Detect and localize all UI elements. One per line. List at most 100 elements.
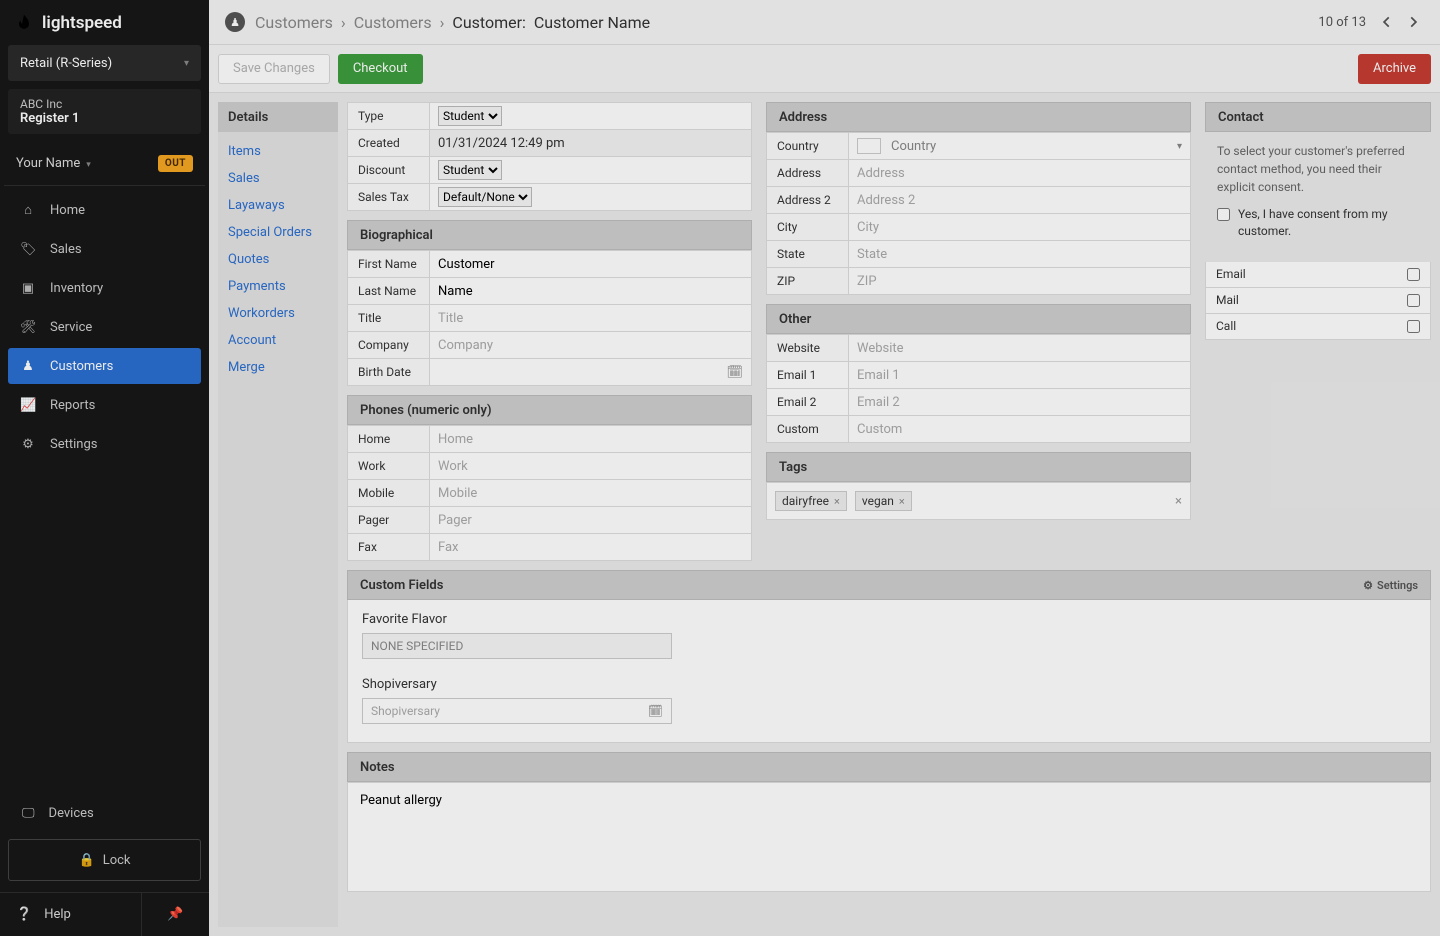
actionbar: Save Changes Checkout Archive — [209, 45, 1440, 93]
details-account[interactable]: Account — [228, 327, 328, 354]
user-menu[interactable]: Your Name▾ OUT — [4, 142, 205, 186]
contact-column: Contact To select your customer's prefer… — [1205, 102, 1431, 561]
archive-button[interactable]: Archive — [1358, 54, 1431, 84]
pref-mail-checkbox[interactable] — [1407, 294, 1420, 307]
save-button[interactable]: Save Changes — [218, 54, 330, 84]
custom-fields-settings-link[interactable]: ⚙Settings — [1363, 579, 1418, 592]
wrench-icon: 🛠 — [20, 320, 36, 335]
remove-tag-icon[interactable]: × — [834, 495, 840, 508]
product-selector[interactable]: Retail (R-Series) ▾ — [8, 45, 201, 81]
first-name-input[interactable] — [438, 252, 743, 276]
phone-pager-input[interactable] — [438, 508, 743, 532]
nav-reports[interactable]: 📈Reports — [8, 387, 201, 423]
country-select[interactable]: Country▾ — [857, 138, 1182, 154]
user-name: Your Name — [16, 156, 80, 171]
birth-date-input[interactable]: 🗓 — [438, 365, 743, 380]
brand: lightspeed — [0, 0, 209, 45]
details-workorders[interactable]: Workorders — [228, 300, 328, 327]
checkout-button[interactable]: Checkout — [338, 54, 423, 84]
phone-home-input[interactable] — [438, 427, 743, 451]
pref-call-checkbox[interactable] — [1407, 320, 1420, 333]
title-input[interactable] — [438, 306, 743, 330]
custom-input[interactable] — [857, 417, 1182, 441]
email1-input[interactable] — [857, 363, 1182, 387]
details-merge[interactable]: Merge — [228, 354, 328, 381]
breadcrumb-2[interactable]: Customers — [354, 13, 432, 32]
breadcrumb-1[interactable]: Customers — [255, 13, 333, 32]
nav-inventory[interactable]: ▣Inventory — [8, 270, 201, 306]
main-nav: ⌂Home 🏷Sales ▣Inventory 🛠Service ♟Custom… — [0, 186, 209, 471]
consent-label: Yes, I have consent from my customer. — [1238, 206, 1419, 240]
pager-next[interactable] — [1402, 11, 1424, 33]
discount-label: Discount — [348, 157, 430, 184]
pref-email-checkbox[interactable] — [1407, 268, 1420, 281]
details-header: Details — [218, 102, 338, 132]
discount-select[interactable]: Student — [438, 160, 502, 180]
chevron-right-icon: › — [341, 13, 346, 32]
col-address-other-tags: Address CountryCountry▾ Address Address … — [766, 102, 1191, 561]
help-button[interactable]: ❔Help — [16, 907, 71, 922]
chevron-right-icon: › — [440, 13, 445, 32]
custom-fields-header: Custom Fields ⚙Settings — [347, 570, 1431, 600]
bio-table: First Name Last Name Title Company Birth… — [347, 250, 752, 386]
remove-tag-icon[interactable]: × — [899, 495, 905, 508]
phones-header: Phones (numeric only) — [347, 395, 752, 425]
consent-row: Yes, I have consent from my customer. — [1205, 206, 1431, 250]
devices-button[interactable]: 🖵Devices — [8, 795, 201, 831]
nav-customers[interactable]: ♟Customers — [8, 348, 201, 384]
gear-icon: ⚙ — [1363, 579, 1373, 592]
pin-icon: 📌 — [167, 907, 183, 922]
tag-chip[interactable]: vegan× — [855, 491, 912, 511]
salestax-select[interactable]: Default/None — [438, 187, 532, 207]
custom-fields-section: Custom Fields ⚙Settings Favorite Flavor … — [347, 570, 1431, 743]
tags-area[interactable]: dairyfree× vegan× × — [766, 482, 1191, 520]
cf-flavor-select[interactable]: NONE SPECIFIED — [362, 633, 672, 659]
box-icon: ▣ — [20, 281, 36, 296]
birth-label: Birth Date — [348, 359, 430, 386]
details-sales[interactable]: Sales — [228, 165, 328, 192]
state-input[interactable] — [857, 242, 1182, 266]
gear-icon: ⚙ — [20, 437, 36, 452]
last-name-input[interactable] — [438, 279, 743, 303]
nav-home[interactable]: ⌂Home — [8, 192, 201, 228]
phone-work-input[interactable] — [438, 454, 743, 478]
company-input[interactable] — [438, 333, 743, 357]
address2-input[interactable] — [857, 188, 1182, 212]
details-quotes[interactable]: Quotes — [228, 246, 328, 273]
nav-sales[interactable]: 🏷Sales — [8, 231, 201, 267]
website-input[interactable] — [857, 336, 1182, 360]
user-icon: ♟ — [20, 359, 36, 374]
details-layaways[interactable]: Layaways — [228, 192, 328, 219]
nav-settings[interactable]: ⚙Settings — [8, 426, 201, 462]
phone-fax-input[interactable] — [438, 535, 743, 559]
city-input[interactable] — [857, 215, 1182, 239]
pin-button[interactable]: 📌 — [141, 893, 209, 936]
phones-table: Home Work Mobile Pager Fax — [347, 425, 752, 561]
register-box[interactable]: ABC Inc Register 1 — [8, 89, 201, 134]
details-special-orders[interactable]: Special Orders — [228, 219, 328, 246]
lock-button[interactable]: 🔒Lock — [8, 839, 201, 881]
type-select[interactable]: Student — [438, 106, 502, 126]
consent-checkbox[interactable] — [1217, 208, 1230, 221]
calendar-icon: 🗓 — [648, 704, 663, 718]
nav-service[interactable]: 🛠Service — [8, 309, 201, 345]
notes-textarea[interactable]: Peanut allergy — [347, 782, 1431, 892]
breadcrumb-3: Customer: Customer Name — [452, 13, 650, 32]
details-items[interactable]: Items — [228, 138, 328, 165]
content: Details Items Sales Layaways Special Ord… — [209, 93, 1440, 936]
details-payments[interactable]: Payments — [228, 273, 328, 300]
email2-input[interactable] — [857, 390, 1182, 414]
clear-tags-icon[interactable]: × — [1175, 494, 1182, 509]
zip-input[interactable] — [857, 269, 1182, 293]
cf-shop-date-input[interactable]: Shopiversary🗓 — [362, 698, 672, 724]
first-name-label: First Name — [348, 251, 430, 278]
address-table: CountryCountry▾ Address Address 2 City S… — [766, 132, 1191, 295]
chevron-down-icon: ▾ — [184, 58, 189, 69]
address-input[interactable] — [857, 161, 1182, 185]
out-badge[interactable]: OUT — [158, 155, 193, 172]
sidebar: lightspeed Retail (R-Series) ▾ ABC Inc R… — [0, 0, 209, 936]
tag-chip[interactable]: dairyfree× — [775, 491, 847, 511]
phone-mobile-input[interactable] — [438, 481, 743, 505]
zip-label: ZIP — [767, 268, 849, 295]
pager-prev[interactable] — [1376, 11, 1398, 33]
